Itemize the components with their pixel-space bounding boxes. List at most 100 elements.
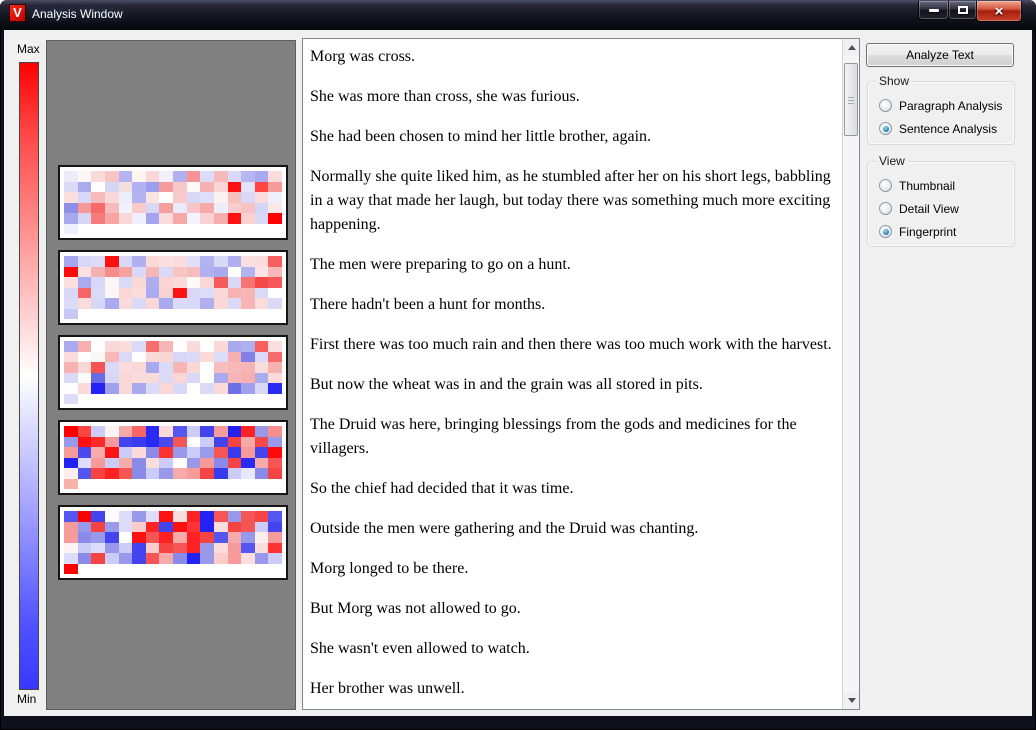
fingerprint-cell [119, 543, 133, 554]
radio-label: Sentence Analysis [899, 122, 997, 136]
radio-icon[interactable] [879, 202, 892, 215]
fingerprint-cell [91, 426, 105, 437]
fingerprint-cell [241, 426, 255, 437]
fingerprint-cell [255, 298, 269, 309]
fingerprint-cell [200, 532, 214, 543]
fingerprint-cell [64, 458, 78, 469]
fingerprint-cell [159, 447, 173, 458]
fingerprint-cell [132, 532, 146, 543]
close-button[interactable]: × [976, 1, 1022, 22]
fingerprint-cell [105, 383, 119, 394]
fingerprint-cell [214, 543, 228, 554]
radio-option-fingerprint[interactable]: Fingerprint [868, 220, 1014, 243]
fingerprint-row [64, 288, 282, 299]
fingerprint-cell [105, 447, 119, 458]
title-bar[interactable]: V Analysis Window × [0, 0, 1036, 30]
fingerprint-cell [78, 341, 92, 352]
vertical-scrollbar[interactable] [842, 39, 859, 709]
fingerprint-cell [132, 468, 146, 479]
fingerprint-cell [64, 288, 78, 299]
radio-option-paragraph-analysis[interactable]: Paragraph Analysis [868, 94, 1014, 117]
fingerprint-row [64, 192, 282, 203]
scroll-up-button[interactable] [843, 39, 860, 56]
fingerprint-cell [146, 532, 160, 543]
analyze-text-button[interactable]: Analyze Text [866, 43, 1014, 67]
fingerprint-cell [241, 298, 255, 309]
minimize-button[interactable] [918, 1, 949, 20]
fingerprint-cell [132, 256, 146, 267]
fingerprint-row [64, 277, 282, 288]
fingerprint-cell [64, 341, 78, 352]
radio-option-detail-view[interactable]: Detail View [868, 197, 1014, 220]
fingerprint-cell [64, 543, 78, 554]
fingerprint-cell [200, 288, 214, 299]
fingerprint-cell [187, 447, 201, 458]
fingerprint-cell [173, 458, 187, 469]
fingerprint-cell [91, 171, 105, 182]
fingerprint-cell [200, 192, 214, 203]
radio-icon[interactable] [879, 99, 892, 112]
fingerprint-cell [119, 267, 133, 278]
fingerprint-cell [214, 522, 228, 533]
fingerprint-cell [105, 341, 119, 352]
fingerprint-thumbnail-3[interactable] [58, 335, 288, 410]
scrollbar-thumb[interactable] [844, 63, 858, 136]
fingerprint-cell [91, 288, 105, 299]
fingerprint-cell [228, 288, 242, 299]
scroll-down-button[interactable] [843, 692, 860, 709]
fingerprint-cell [173, 267, 187, 278]
fingerprint-cell [268, 203, 282, 214]
fingerprint-list [46, 40, 296, 710]
fingerprint-cell [146, 213, 160, 224]
fingerprint-cell [173, 298, 187, 309]
fingerprint-cell [214, 532, 228, 543]
paragraph: She wasn't even allowed to watch. [310, 637, 834, 661]
fingerprint-cell [255, 447, 269, 458]
fingerprint-thumbnail-5[interactable] [58, 505, 288, 580]
fingerprint-cell [105, 267, 119, 278]
radio-icon[interactable] [879, 122, 892, 135]
fingerprint-cell [64, 532, 78, 543]
fingerprint-cell [119, 458, 133, 469]
maximize-icon [958, 6, 968, 14]
radio-option-thumbnail[interactable]: Thumbnail [868, 174, 1014, 197]
fingerprint-row [64, 522, 282, 533]
document-text[interactable]: Morg was cross.She was more than cross, … [303, 39, 842, 709]
fingerprint-cell [268, 426, 282, 437]
fingerprint-cell [268, 277, 282, 288]
fingerprint-cell [132, 171, 146, 182]
fingerprint-cell [91, 532, 105, 543]
fingerprint-cell [146, 192, 160, 203]
fingerprint-cell [255, 522, 269, 533]
fingerprint-cell [241, 373, 255, 384]
fingerprint-cell [228, 458, 242, 469]
fingerprint-cell [119, 192, 133, 203]
fingerprint-thumbnail-2[interactable] [58, 250, 288, 325]
fingerprint-thumbnail-4[interactable] [58, 420, 288, 495]
fingerprint-cell [132, 373, 146, 384]
fingerprint-cell [64, 267, 78, 278]
fingerprint-cell [173, 468, 187, 479]
fingerprint-cell [132, 426, 146, 437]
fingerprint-cell [146, 288, 160, 299]
fingerprint-cell [132, 437, 146, 448]
fingerprint-cell [105, 532, 119, 543]
radio-option-sentence-analysis[interactable]: Sentence Analysis [868, 117, 1014, 140]
fingerprint-cell [255, 383, 269, 394]
maximize-button[interactable] [948, 1, 977, 20]
fingerprint-cell [64, 383, 78, 394]
fingerprint-cell [241, 447, 255, 458]
fingerprint-cell [78, 458, 92, 469]
radio-icon[interactable] [879, 179, 892, 192]
fingerprint-cell [105, 362, 119, 373]
fingerprint-cell [146, 352, 160, 363]
fingerprint-cell [64, 224, 78, 235]
fingerprint-cell [187, 532, 201, 543]
paragraph: The Druid was here, bringing blessings f… [310, 413, 834, 461]
fingerprint-cell [214, 203, 228, 214]
radio-icon[interactable] [879, 225, 892, 238]
fingerprint-cell [105, 426, 119, 437]
fingerprint-thumbnail-1[interactable] [58, 165, 288, 240]
fingerprint-cell [78, 171, 92, 182]
fingerprint-cell [214, 437, 228, 448]
